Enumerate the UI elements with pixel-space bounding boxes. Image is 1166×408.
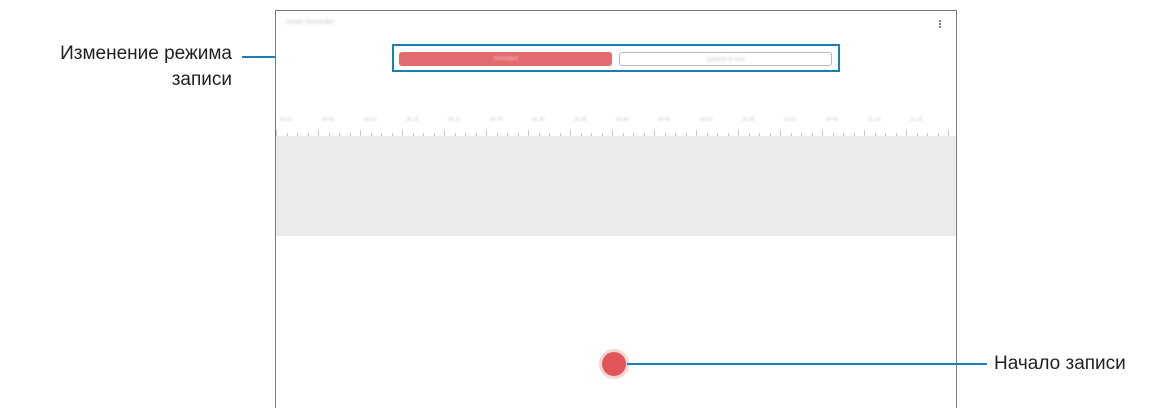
waveform-area bbox=[276, 136, 956, 236]
timeline-label: 01:05 bbox=[826, 117, 839, 123]
mode-standard-label: Standard bbox=[493, 56, 518, 62]
mode-standard-button[interactable]: Standard bbox=[399, 52, 612, 66]
more-options-icon[interactable] bbox=[938, 20, 942, 30]
timeline-label: 00:05 bbox=[322, 117, 335, 123]
timeline-label: 00:55 bbox=[742, 117, 755, 123]
timeline-label: 00:15 bbox=[406, 117, 419, 123]
record-button[interactable] bbox=[599, 349, 629, 379]
timeline-label: 01:15 bbox=[910, 117, 923, 123]
app-title: Voice Recorder bbox=[286, 19, 334, 26]
timeline-label: 00:50 bbox=[700, 117, 713, 123]
timeline-label: 00:40 bbox=[616, 117, 629, 123]
callout-mode-change: Изменение режима записи bbox=[10, 41, 232, 93]
timeline-ruler: 00:00 00:05 00:10 00:15 00:20 00:25 00:30 00:35… bbox=[276, 114, 956, 137]
callout-start-recording: Начало записи bbox=[994, 353, 1126, 374]
timeline-label: 00:45 bbox=[658, 117, 671, 123]
timeline-label: 00:30 bbox=[532, 117, 545, 123]
timeline-label: 00:35 bbox=[574, 117, 587, 123]
mode-speech-to-text-label: Speech-to-text bbox=[705, 57, 746, 63]
app-window: Voice Recorder Standard Speech-to-text 0… bbox=[275, 10, 957, 408]
callout-start-recording-line bbox=[627, 363, 987, 365]
callout-mode-change-line1: Изменение режима bbox=[60, 43, 232, 64]
timeline-label: 01:10 bbox=[868, 117, 881, 123]
timeline-label: 00:25 bbox=[490, 117, 503, 123]
timeline-label: 00:00 bbox=[280, 117, 293, 123]
timeline-label: 00:20 bbox=[448, 117, 461, 123]
timeline-label: 01:00 bbox=[784, 117, 797, 123]
timeline-label: 00:10 bbox=[364, 117, 377, 123]
callout-mode-change-line2: записи bbox=[171, 69, 232, 90]
mode-speech-to-text-button[interactable]: Speech-to-text bbox=[619, 52, 832, 66]
recording-mode-selector: Standard Speech-to-text bbox=[392, 44, 840, 72]
